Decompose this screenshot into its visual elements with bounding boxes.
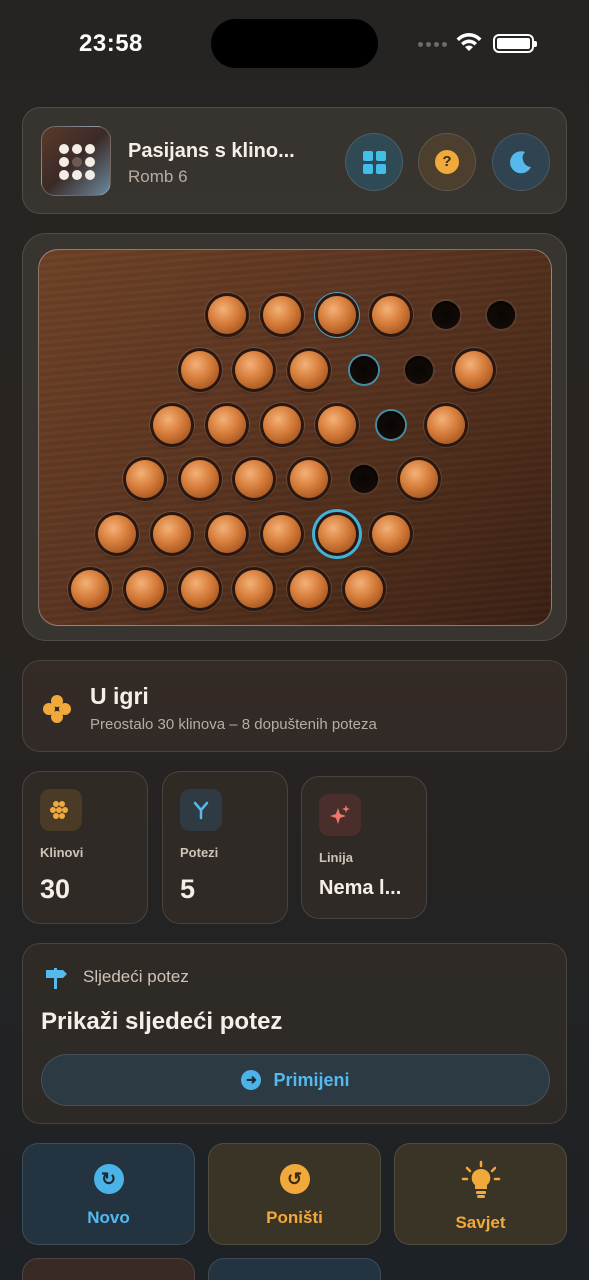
peg[interactable]: [153, 405, 192, 444]
peg-board[interactable]: [38, 249, 552, 626]
game-title: Pasijans s klino...: [128, 140, 295, 162]
empty-hole[interactable]: [432, 301, 461, 329]
peg[interactable]: [235, 570, 274, 608]
peg[interactable]: [345, 570, 383, 608]
peg[interactable]: [235, 460, 274, 499]
peg[interactable]: [427, 405, 466, 444]
new-game-button[interactable]: ↻ Novo: [22, 1143, 195, 1245]
stat-label: Potezi: [180, 845, 219, 860]
stat-label: Klinovi: [40, 845, 84, 860]
peg[interactable]: [208, 515, 246, 554]
theme-button[interactable]: [492, 133, 550, 191]
stat-value: 30: [40, 874, 71, 904]
arrow-right-icon: ➜: [241, 1070, 262, 1090]
help-button[interactable]: ?: [418, 133, 476, 191]
empty-hole[interactable]: [487, 301, 515, 329]
grid-icon: [362, 150, 386, 174]
peg[interactable]: [317, 515, 356, 554]
peg[interactable]: [372, 296, 411, 334]
show-next-move[interactable]: Prikaži sljedeći potez: [41, 1008, 282, 1036]
cellular-signal-icon: [418, 42, 447, 47]
stat-card-moves: Potezi 5: [162, 771, 288, 924]
hint-label: Savjet: [455, 1213, 506, 1232]
stat-value: Nema l...: [319, 877, 402, 899]
peg[interactable]: [317, 405, 356, 444]
apply-label: Primijeni: [273, 1069, 350, 1090]
undo-label: Poništi: [266, 1208, 323, 1227]
stat-value: 5: [180, 874, 196, 904]
game-status-card: U igri Preostalo 30 klinova – 8 dopušten…: [22, 660, 567, 752]
peg[interactable]: [180, 350, 219, 389]
more-button-2[interactable]: [208, 1258, 381, 1280]
clock: 23:58: [79, 30, 143, 57]
sparkles-icon: [319, 794, 361, 836]
peg[interactable]: [125, 460, 164, 499]
moon-icon: [510, 151, 531, 174]
app-header: Pasijans s klino... Romb 6 ?: [22, 107, 567, 214]
new-game-label: Novo: [87, 1208, 130, 1227]
pegs-icon: [40, 789, 82, 831]
peg[interactable]: [98, 515, 137, 554]
empty-hole[interactable]: [350, 355, 378, 384]
peg[interactable]: [208, 296, 246, 334]
board-variant: Romb 6: [128, 167, 188, 186]
peg[interactable]: [125, 570, 164, 608]
undo-icon: ↺: [279, 1164, 310, 1194]
help-icon: ?: [435, 150, 459, 174]
peg[interactable]: [290, 570, 329, 608]
peg[interactable]: [180, 570, 219, 608]
empty-hole[interactable]: [404, 355, 433, 384]
undo-button[interactable]: ↺ Poništi: [208, 1143, 381, 1245]
board-container: [22, 233, 567, 641]
peg[interactable]: [454, 350, 493, 389]
lightbulb-icon: [461, 1160, 500, 1198]
battery-icon: [493, 34, 537, 53]
layouts-button[interactable]: [345, 133, 403, 191]
peg[interactable]: [290, 460, 329, 499]
apply-button[interactable]: ➜ Primijeni: [41, 1054, 550, 1106]
peg[interactable]: [235, 350, 274, 389]
status-title: U igri: [90, 683, 149, 709]
peg[interactable]: [71, 570, 109, 608]
status-subtitle: Preostalo 30 klinova – 8 dopuštenih pote…: [90, 716, 377, 733]
peg[interactable]: [180, 460, 219, 499]
peg[interactable]: [372, 515, 411, 554]
more-button-1[interactable]: [22, 1258, 195, 1280]
dynamic-island: [211, 19, 378, 68]
peg[interactable]: [290, 350, 329, 389]
restart-icon: ↻: [93, 1164, 124, 1194]
peg[interactable]: [208, 405, 246, 444]
peg[interactable]: [399, 460, 438, 499]
peg[interactable]: [262, 515, 301, 554]
peg[interactable]: [317, 296, 356, 334]
hint-button[interactable]: Savjet: [394, 1143, 567, 1245]
next-move-card: Sljedeći potez Prikaži sljedeći potez ➜ …: [22, 943, 567, 1124]
status-bar: 23:58: [0, 0, 589, 90]
peg[interactable]: [153, 515, 192, 554]
empty-hole[interactable]: [350, 465, 378, 494]
peg[interactable]: [262, 296, 301, 334]
stat-label: Linija: [319, 850, 353, 865]
app-logo-icon: [41, 126, 111, 196]
stat-card-pegs: Klinovi 30: [22, 771, 148, 924]
wifi-icon: [456, 33, 482, 51]
peg[interactable]: [262, 405, 301, 444]
stat-card-line: Linija Nema l...: [301, 776, 427, 919]
empty-hole[interactable]: [377, 410, 406, 439]
pegs-cluster-icon: [43, 695, 71, 723]
fork-icon: [180, 789, 222, 831]
signpost-icon: [46, 968, 67, 989]
next-move-header: Sljedeći potez: [83, 967, 189, 986]
